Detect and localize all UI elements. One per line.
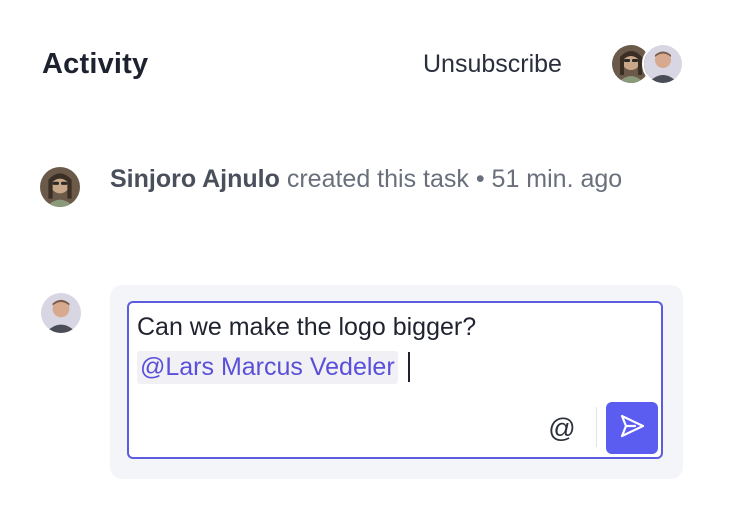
activity-heading: Activity	[42, 48, 149, 80]
comment-text: Can we make the logo bigger?	[137, 313, 477, 341]
activity-panel: Activity Unsubscribe Sinjoro Ajnulo crea…	[0, 0, 750, 531]
comment-composer: Can we make the logo bigger? @Lars Marcu…	[110, 285, 683, 479]
activity-event: Sinjoro Ajnulo created this task • 51 mi…	[110, 160, 670, 199]
send-icon	[618, 412, 646, 445]
comment-input[interactable]: Can we make the logo bigger? @Lars Marcu…	[127, 301, 663, 459]
mention-button[interactable]: @	[545, 411, 579, 445]
comment-mention-line: @Lars Marcus Vedeler	[137, 349, 410, 385]
subscriber-avatars[interactable]	[610, 43, 686, 85]
avatar	[642, 43, 684, 85]
event-separator: •	[475, 165, 485, 193]
event-time: 51 min. ago	[491, 165, 623, 193]
mention-tag[interactable]: @Lars Marcus Vedeler	[137, 350, 398, 384]
unsubscribe-button[interactable]: Unsubscribe	[423, 50, 562, 79]
avatar	[40, 167, 80, 207]
text-caret	[407, 352, 410, 382]
event-actor[interactable]: Sinjoro Ajnulo	[110, 165, 280, 193]
send-button[interactable]	[606, 402, 658, 454]
toolbar-divider	[596, 407, 597, 447]
avatar	[41, 293, 81, 333]
event-action: created this task	[286, 165, 469, 193]
